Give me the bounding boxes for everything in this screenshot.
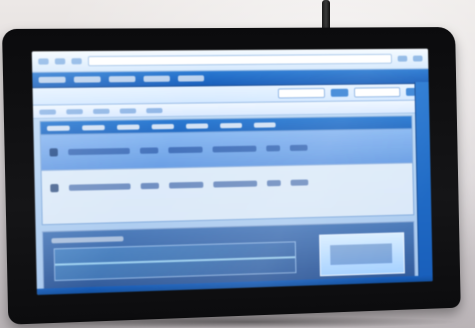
table-cell (266, 145, 281, 152)
table-cell (213, 180, 258, 188)
browser-control (397, 55, 408, 62)
monitor (1, 27, 461, 325)
panel-title (51, 236, 124, 244)
table-cell (168, 146, 203, 154)
table-cell (68, 147, 130, 156)
toolbar-item (146, 107, 163, 113)
nav-item (177, 75, 205, 82)
browser-control (54, 58, 66, 65)
nav-item (38, 76, 66, 84)
table-cell (169, 181, 204, 189)
table-header-cell (185, 122, 209, 129)
browser-control (38, 58, 49, 65)
table-header-cell (82, 124, 105, 130)
timeline-line (55, 256, 296, 266)
table-row (41, 162, 413, 206)
nav-item (108, 75, 136, 83)
monitor-screen (31, 48, 433, 295)
toolbar-item (119, 107, 137, 114)
nav-item (143, 75, 170, 82)
row-icon (49, 148, 58, 157)
preview-image (330, 243, 393, 266)
address-bar (87, 53, 393, 67)
table-cell (139, 147, 159, 154)
table-cell (289, 144, 308, 152)
table-header-cell (151, 123, 174, 129)
filter-field (353, 87, 401, 98)
toolbar-item (93, 108, 110, 114)
table-cell (212, 145, 257, 153)
timeline-graph (53, 241, 297, 282)
browser-control (71, 58, 82, 65)
table-cell (140, 182, 160, 190)
nav-item (73, 76, 101, 83)
table-cell (290, 179, 309, 186)
data-table (39, 115, 415, 226)
table-header-cell (46, 125, 70, 131)
monitor-shadow (40, 316, 460, 328)
table-cell (68, 183, 131, 191)
table-cell (266, 180, 281, 187)
browser-control (412, 55, 423, 62)
table-header-cell (116, 123, 140, 130)
toolbar-item (39, 108, 56, 115)
table-header-cell (253, 121, 276, 128)
right-sidebar (414, 81, 433, 282)
search-button (330, 88, 349, 97)
row-icon (50, 183, 59, 193)
search-field (277, 87, 326, 99)
table-header-cell (220, 122, 243, 128)
preview-thumbnail (319, 232, 405, 277)
toolbar-item (66, 108, 83, 114)
